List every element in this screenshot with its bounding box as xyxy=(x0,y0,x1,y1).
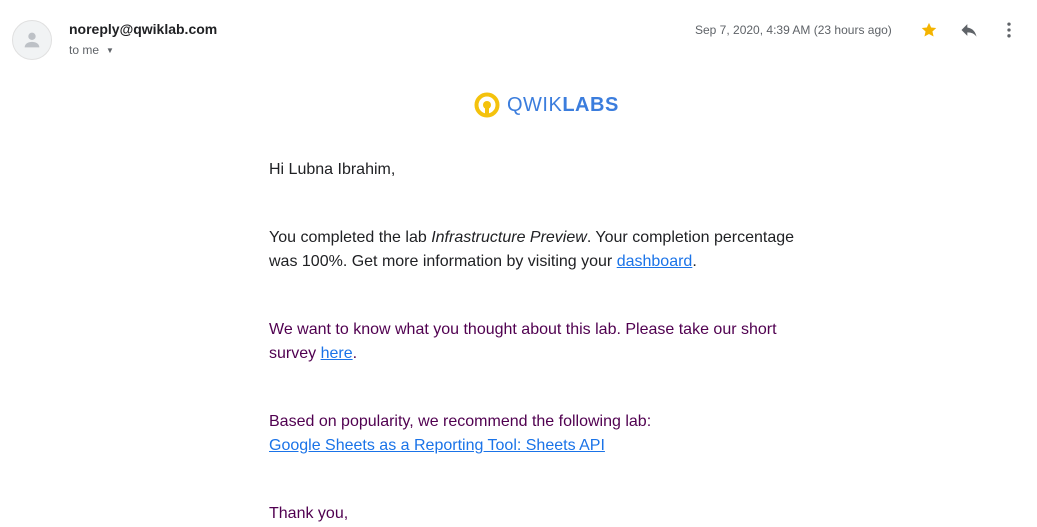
completion-paragraph: You completed the lab Infrastructure Pre… xyxy=(269,226,809,274)
logo-text-bold: LABS xyxy=(562,93,619,116)
reply-button[interactable] xyxy=(955,16,983,44)
sender-avatar[interactable] xyxy=(12,20,52,60)
logo-text-light: QWIK xyxy=(507,93,563,116)
recipient-label: to me xyxy=(69,43,100,57)
qwiklabs-ring-icon xyxy=(474,92,500,118)
email-date: Sep 7, 2020, 4:39 AM (23 hours ago) xyxy=(695,23,892,37)
survey-paragraph: We want to know what you thought about t… xyxy=(269,318,809,366)
recipient-dropdown[interactable]: to me ▼ xyxy=(69,43,114,57)
lab-name: Infrastructure Preview xyxy=(431,229,587,246)
email-greeting: Hi Lubna Ibrahim, xyxy=(269,161,396,178)
dashboard-link[interactable]: dashboard xyxy=(617,253,693,270)
sender-email[interactable]: noreply@qwiklab.com xyxy=(69,21,217,37)
survey-text-end: . xyxy=(352,345,358,362)
recommend-paragraph: Based on popularity, we recommend the fo… xyxy=(269,410,809,458)
recommend-text: Based on popularity, we recommend the fo… xyxy=(269,413,652,430)
survey-link[interactable]: here xyxy=(321,345,353,362)
recommended-lab-link[interactable]: Google Sheets as a Reporting Tool: Sheet… xyxy=(269,437,605,454)
logo-text: QWIKLABS xyxy=(507,94,619,117)
completion-text-end: . xyxy=(692,253,697,270)
closing-text: Thank you, xyxy=(269,505,349,522)
more-options-button[interactable] xyxy=(995,16,1023,44)
qwiklabs-logo: QWIKLABS xyxy=(473,91,619,119)
star-icon xyxy=(921,22,937,37)
completion-text-start: You completed the lab xyxy=(269,229,432,246)
star-button[interactable] xyxy=(915,16,943,44)
more-vert-icon xyxy=(1007,22,1011,38)
caret-down-icon: ▼ xyxy=(106,45,114,55)
reply-icon xyxy=(961,24,977,37)
person-icon xyxy=(24,32,40,48)
